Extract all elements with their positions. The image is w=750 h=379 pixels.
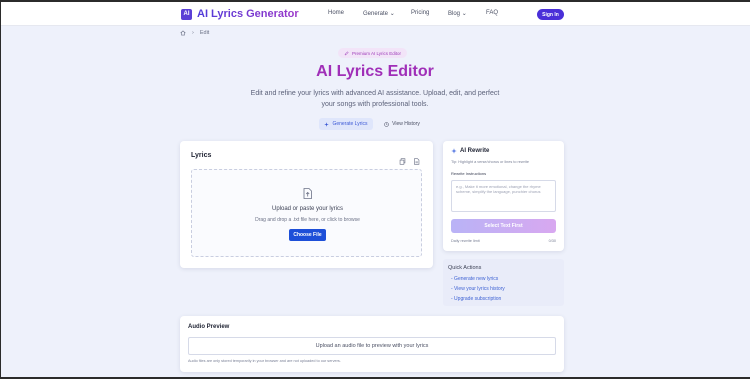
- brand-name: AI Lyrics Generator: [197, 8, 299, 20]
- lyrics-card-title: Lyrics: [191, 152, 212, 159]
- breadcrumb: › Edit: [180, 30, 209, 36]
- audio-preview-title: Audio Preview: [188, 324, 230, 330]
- premium-badge: Premium AI Lyrics Editor: [338, 48, 407, 58]
- dropzone-hint: Drag and drop a .txt file here, or click…: [255, 217, 360, 223]
- download-icon[interactable]: [413, 152, 420, 165]
- select-text-first-button[interactable]: Select Text First: [451, 219, 556, 233]
- ai-rewrite-card: AI Rewrite Tip: Highlight a verse/chorus…: [443, 141, 564, 251]
- rewrite-instructions-input[interactable]: e.g., Make it more emotional, change the…: [451, 180, 556, 212]
- quick-link-upgrade[interactable]: - Upgrade subscription: [451, 296, 501, 302]
- audio-preview-card: Audio Preview Upload an audio file to pr…: [180, 316, 564, 372]
- brand-badge: AI: [181, 8, 192, 20]
- page-title: AI Lyrics Editor: [316, 63, 434, 80]
- quick-link-generate[interactable]: - Generate new lyrics: [451, 276, 498, 282]
- brand-logo[interactable]: AI AI Lyrics Generator: [181, 8, 299, 20]
- choose-file-button[interactable]: Choose File: [289, 229, 326, 241]
- chevron-down-icon: ⌄: [389, 11, 395, 17]
- audio-upload-area[interactable]: Upload an audio file to preview with you…: [188, 337, 556, 355]
- clock-icon: [384, 121, 389, 127]
- file-upload-icon: [303, 186, 312, 199]
- daily-limit-count: 0/30: [548, 239, 556, 243]
- nav-link-faq[interactable]: FAQ: [486, 10, 498, 16]
- top-navbar: AI AI Lyrics Generator Home Generate ⌄ P…: [1, 2, 750, 26]
- breadcrumb-separator: ›: [192, 30, 194, 36]
- rewrite-tip: Tip: Highlight a verse/chorus or lines t…: [451, 160, 529, 164]
- sign-in-button[interactable]: Sign In: [537, 9, 564, 20]
- view-history-button[interactable]: View History: [379, 118, 425, 130]
- quick-actions-panel: Quick Actions - Generate new lyrics - Vi…: [443, 259, 564, 306]
- rewrite-instructions-label: Rewrite Instructions: [451, 171, 487, 176]
- ai-rewrite-heading: AI Rewrite: [451, 148, 489, 154]
- nav-link-pricing[interactable]: Pricing: [411, 10, 429, 16]
- premium-badge-label: Premium AI Lyrics Editor: [351, 50, 402, 56]
- chevron-down-icon: ⌄: [461, 11, 467, 17]
- lyrics-card: Lyrics Upload or paste your lyrics Drag …: [180, 141, 433, 268]
- daily-limit-label: Daily rewrite limit: [451, 239, 480, 243]
- sparkle-icon: [324, 121, 330, 127]
- breadcrumb-current: Edit: [199, 30, 210, 36]
- nav-link-blog[interactable]: Blog ⌄: [448, 10, 467, 17]
- dropzone-title: Upload or paste your lyrics: [271, 206, 344, 212]
- ai-rewrite-title: AI Rewrite: [460, 148, 490, 154]
- lyrics-dropzone[interactable]: Upload or paste your lyrics Drag and dro…: [191, 169, 422, 257]
- nav-link-generate[interactable]: Generate ⌄: [363, 10, 395, 17]
- pencil-icon: [344, 50, 349, 55]
- generate-lyrics-label: Generate Lyrics: [332, 121, 368, 127]
- sparkle-icon: [451, 148, 457, 154]
- quick-actions-title: Quick Actions: [448, 265, 482, 271]
- nav-link-home[interactable]: Home: [328, 10, 344, 16]
- view-history-label: View History: [392, 121, 420, 127]
- page-subtitle: Edit and refine your lyrics with advance…: [250, 90, 500, 108]
- quick-link-history[interactable]: - View your lyrics history: [451, 286, 505, 292]
- home-icon[interactable]: [180, 30, 186, 36]
- audio-privacy-note: Audio files are only stored temporarily …: [188, 359, 341, 363]
- nav-link-blog-label: Blog: [448, 11, 461, 17]
- generate-lyrics-button[interactable]: Generate Lyrics: [319, 118, 373, 130]
- nav-link-generate-label: Generate: [363, 11, 389, 17]
- copy-icon[interactable]: [399, 152, 406, 165]
